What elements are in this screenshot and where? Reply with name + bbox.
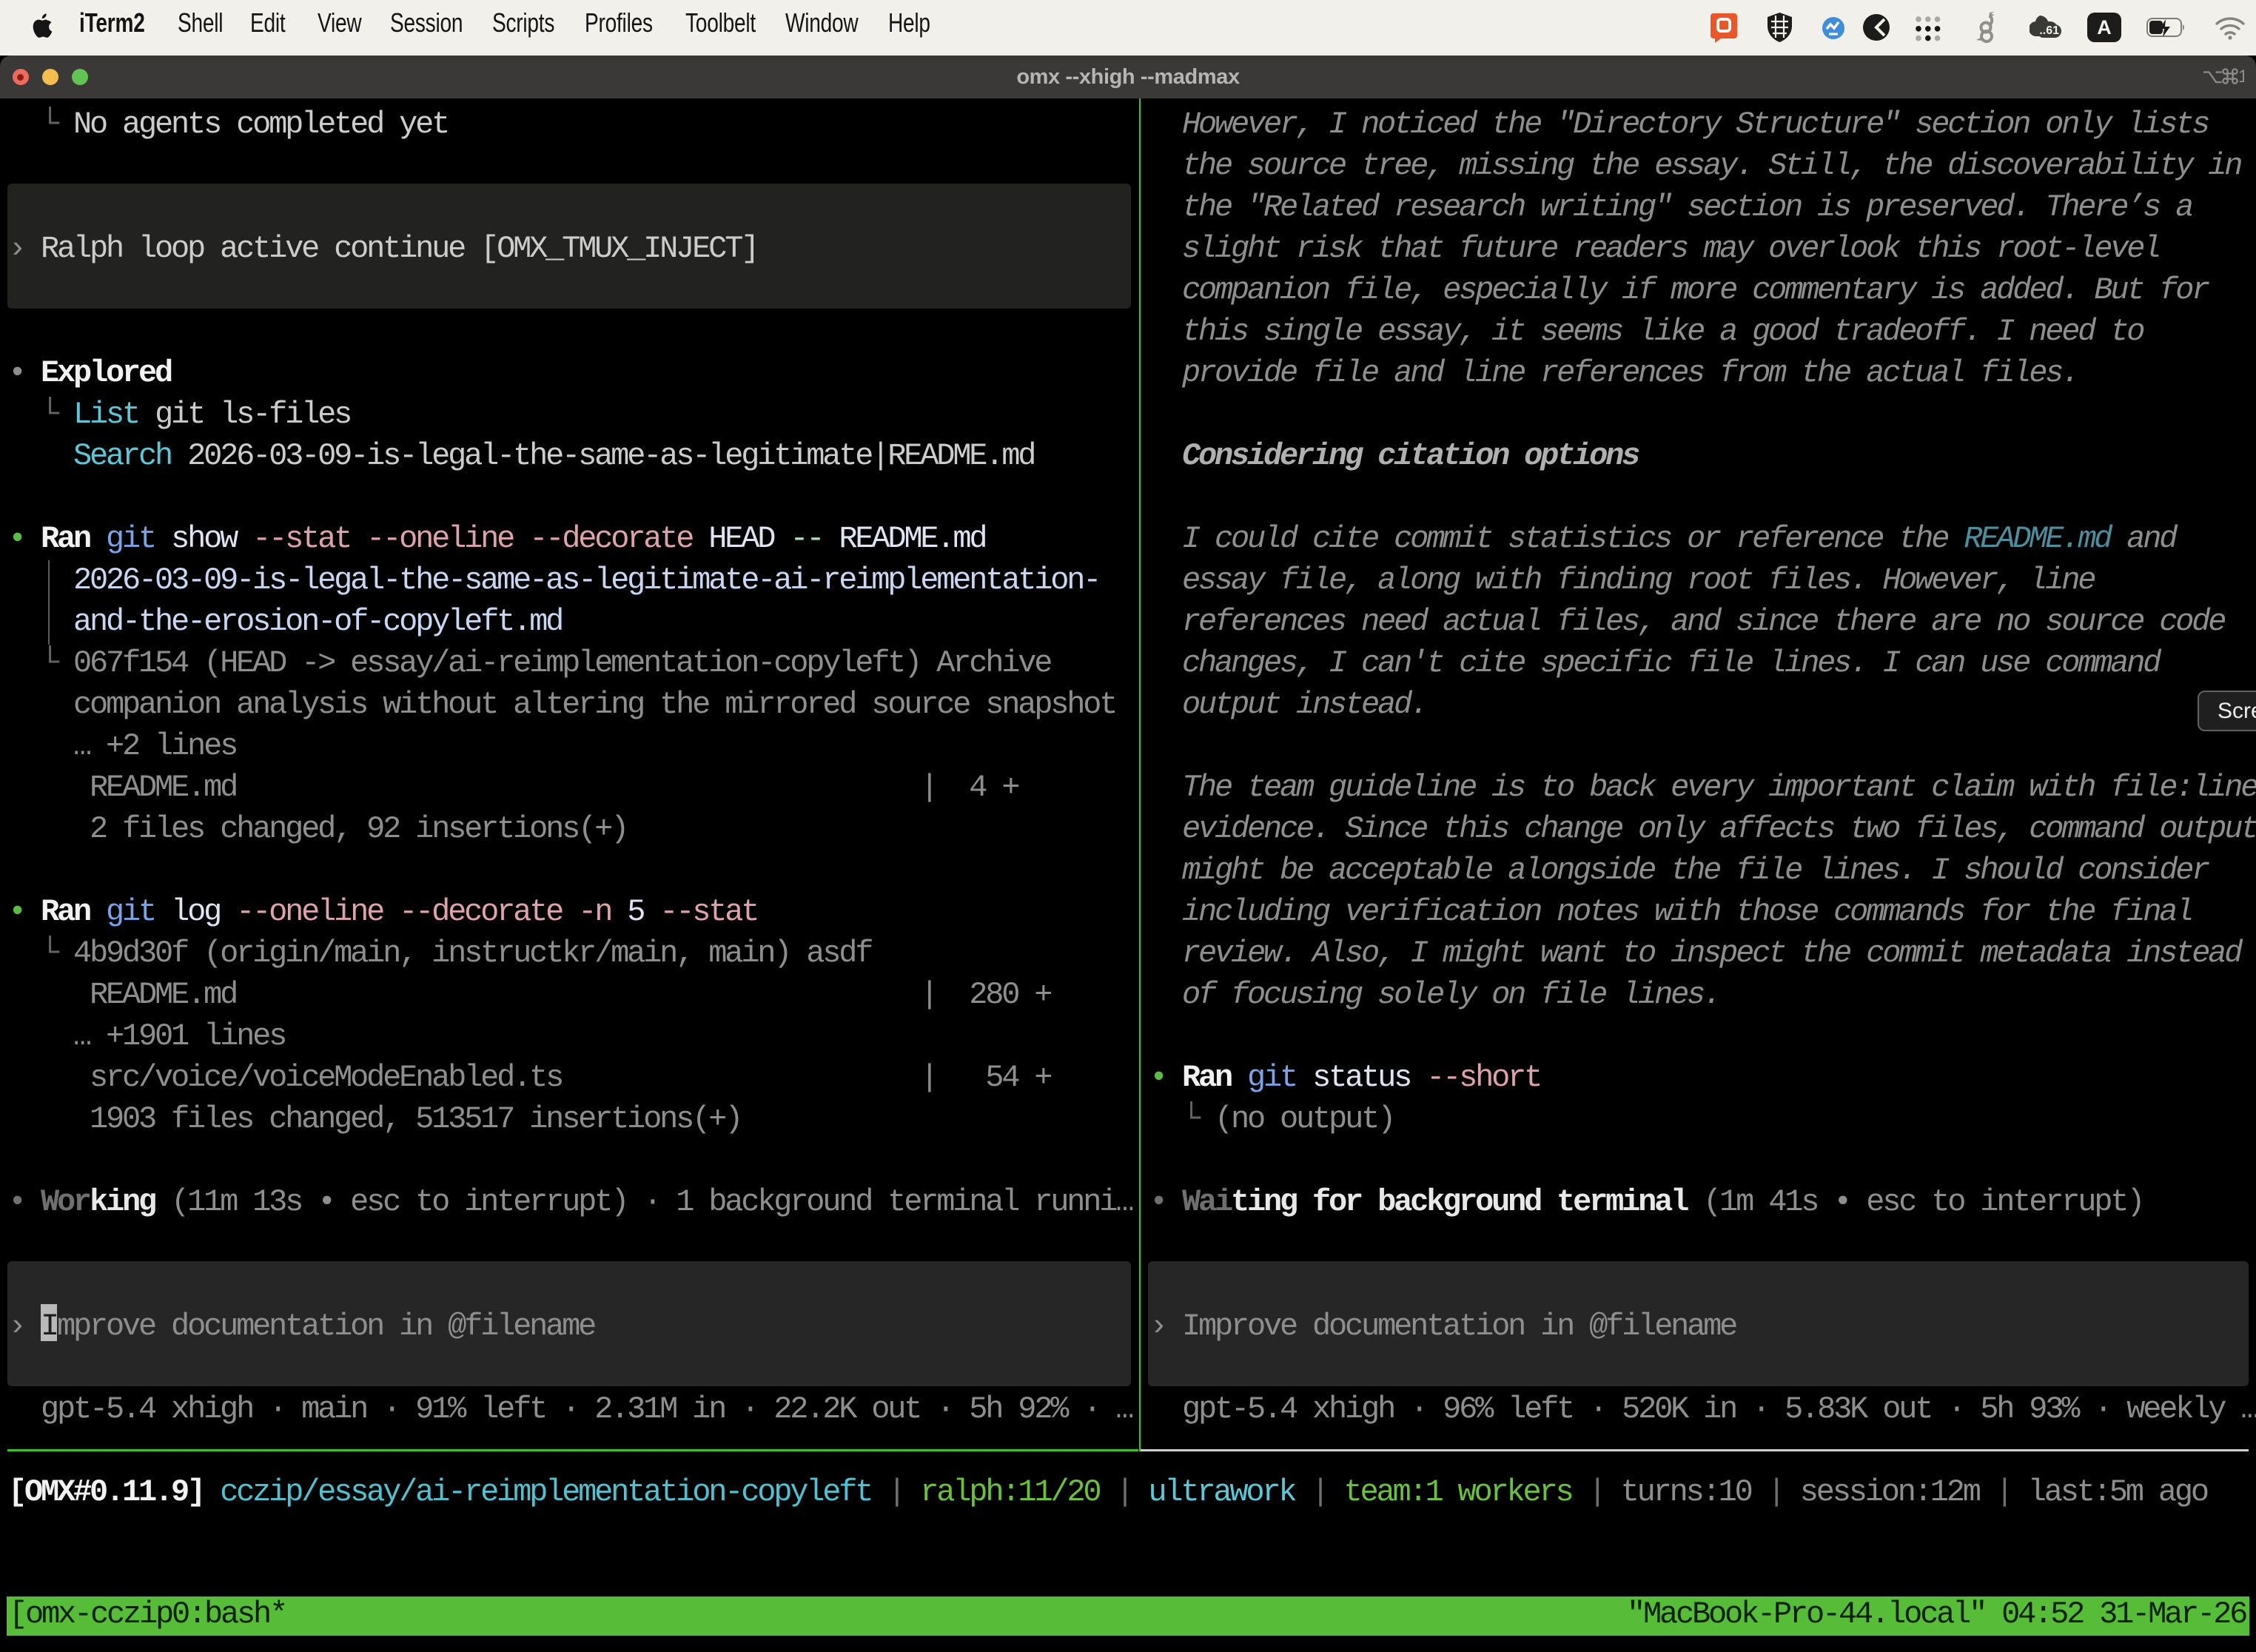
svg-text:1: 1	[2238, 67, 2244, 87]
